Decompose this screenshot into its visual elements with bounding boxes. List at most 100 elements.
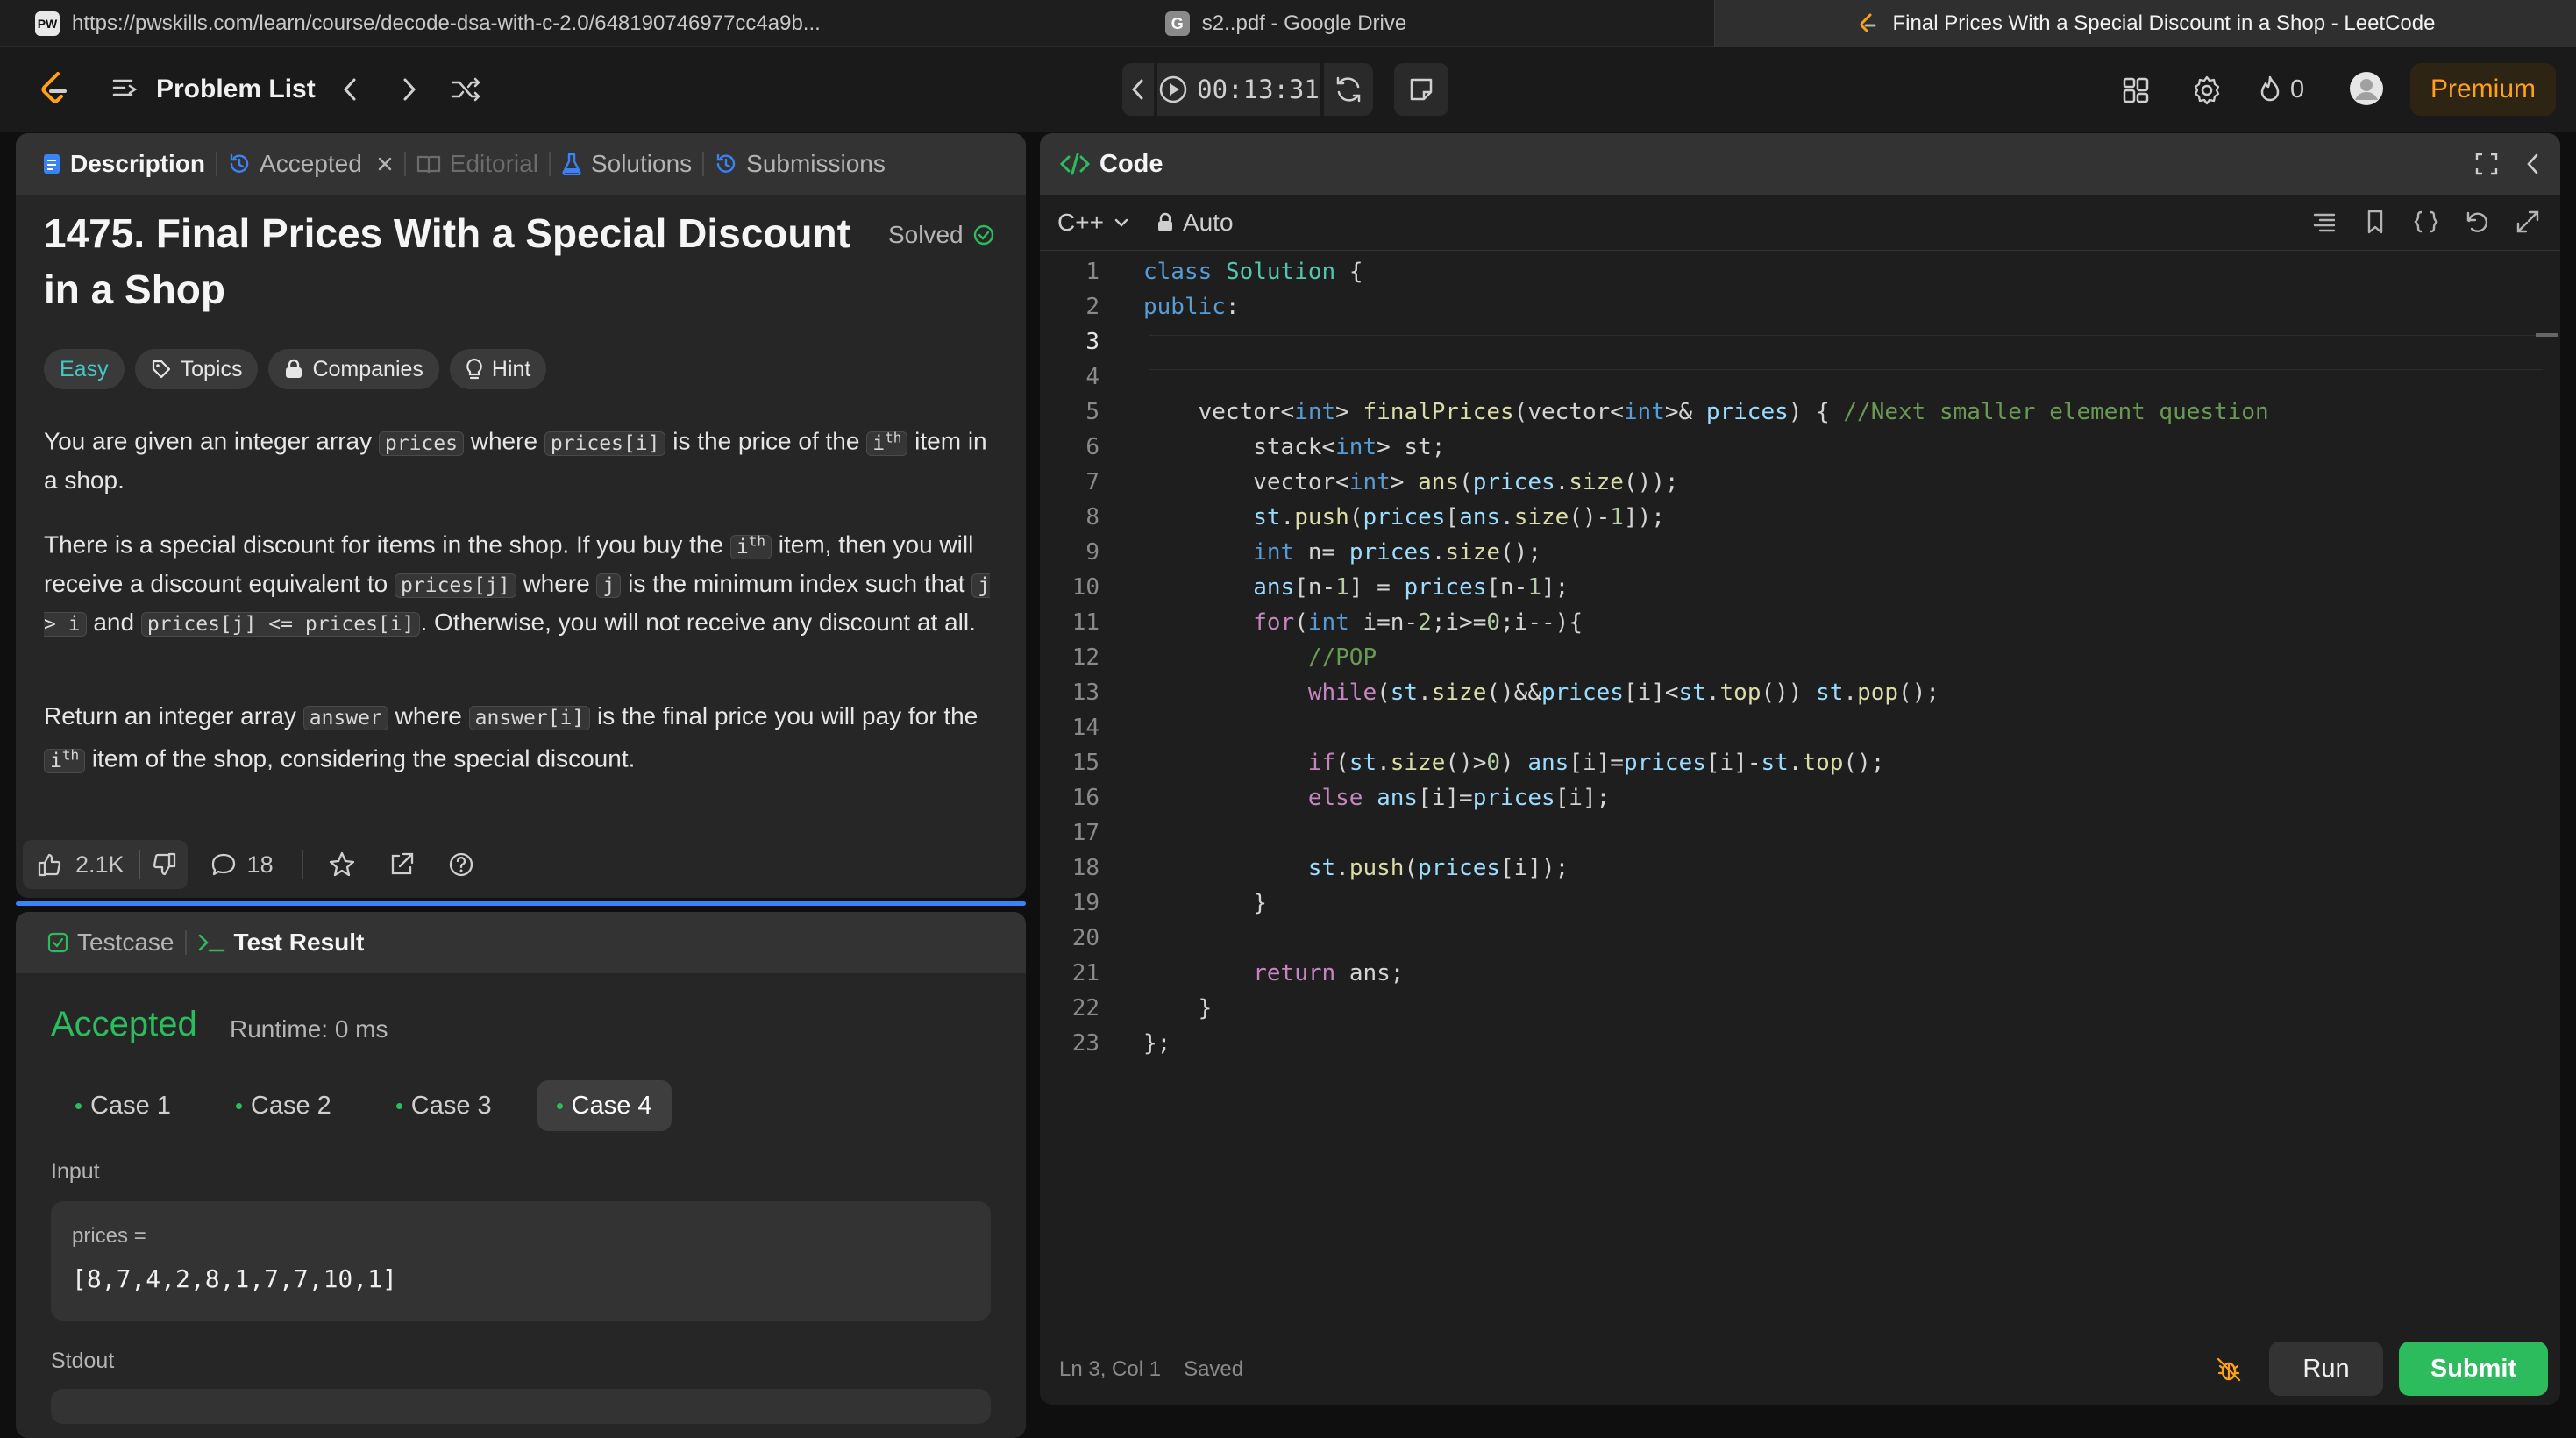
submit-button[interactable]: Submit — [2399, 1342, 2548, 1396]
hint-button[interactable]: Hint — [449, 349, 547, 389]
layout-button[interactable] — [2117, 72, 2154, 109]
input-variable-name: prices = — [72, 1224, 146, 1248]
inline-code: answer — [302, 706, 388, 730]
tag-icon — [152, 360, 170, 379]
line-number: 6 — [1085, 434, 1099, 460]
line-content: st.push(prices[ans.size()-1]); — [1253, 504, 1665, 530]
chevron-left-icon — [1131, 79, 1143, 100]
code-line: 19 } — [1040, 886, 2557, 921]
code-line: 1 class Solution { — [1040, 254, 2557, 289]
case-tab[interactable]: Case 2 — [217, 1080, 351, 1131]
prose-text: item, then you — [778, 530, 933, 559]
superscript: th — [61, 746, 80, 763]
avatar[interactable] — [2348, 70, 2385, 107]
collapse-left-icon[interactable] — [2523, 152, 2543, 176]
line-content: //POP — [1307, 644, 1377, 671]
share-icon[interactable] — [388, 851, 416, 879]
browser-tab-leetcode[interactable]: Final Prices With a Special Discount in … — [1715, 0, 2576, 47]
case-label: Case 4 — [571, 1091, 652, 1120]
tab-submissions[interactable]: Submissions — [704, 133, 896, 195]
inline-code: ith — [866, 429, 908, 456]
difficulty-badge: Easy — [44, 349, 125, 389]
tab-testcase[interactable]: Testcase — [37, 912, 185, 973]
bookmark-icon[interactable] — [2362, 209, 2388, 235]
panel-resize-handle[interactable] — [16, 901, 1026, 906]
stdout-label: Stdout — [51, 1349, 115, 1373]
help-icon[interactable] — [447, 851, 475, 879]
prose-text: is the final price you will pay for — [597, 702, 937, 730]
code-line: 5 vector<int> finalPrices(vector<int>& p… — [1040, 395, 2557, 430]
timer-display[interactable]: 00:13:31 — [1157, 63, 1320, 116]
debug-icon[interactable] — [2215, 1356, 2243, 1384]
problem-list-button[interactable]: Problem List — [112, 70, 316, 109]
tab-solutions[interactable]: Solutions — [551, 133, 702, 195]
description-tabs: Description Accepted Editorial Solutions… — [16, 133, 1026, 195]
browser-tab-bar: PW https://pwskills.com/learn/course/dec… — [0, 0, 2576, 47]
topics-button[interactable]: Topics — [134, 349, 259, 389]
case-tab[interactable]: Case 3 — [377, 1080, 511, 1131]
problem-title: 1475. Final Prices With a Special Discou… — [44, 205, 877, 317]
fullscreen-icon[interactable] — [2474, 152, 2499, 176]
case-tab-selected[interactable]: Case 4 — [537, 1080, 672, 1131]
input-box: prices = [8,7,4,2,8,1,7,7,10,1] — [51, 1201, 991, 1321]
auto-mode-toggle[interactable]: Auto — [1156, 209, 1234, 237]
reset-icon[interactable] — [2464, 209, 2490, 235]
prose-text: item — [914, 427, 962, 455]
browser-tab-title: Final Prices With a Special Discount in … — [1892, 11, 2436, 35]
browser-tab-google-drive[interactable]: G s2..pdf - Google Drive — [857, 0, 1715, 47]
lock-icon — [286, 359, 302, 378]
note-icon — [1410, 78, 1433, 101]
timer-reset-button[interactable] — [1324, 63, 1373, 116]
leetcode-logo-icon[interactable] — [35, 70, 74, 109]
prev-problem-button[interactable] — [333, 72, 368, 107]
line-content: vector<int> finalPrices(vector<int>& pri… — [1198, 399, 2269, 425]
random-problem-button[interactable] — [447, 72, 486, 107]
settings-button[interactable] — [2188, 72, 2225, 109]
next-problem-button[interactable] — [391, 72, 426, 107]
browser-tab-pwskills[interactable]: PW https://pwskills.com/learn/course/dec… — [0, 0, 857, 47]
tab-editorial[interactable]: Editorial — [406, 133, 549, 195]
prose-text: discount at all. — [818, 608, 976, 636]
timer-collapse-button[interactable] — [1122, 63, 1154, 116]
line-content: vector<int> ans(prices.size()); — [1253, 469, 1679, 495]
tab-description[interactable]: Description — [32, 133, 216, 195]
code-line: 8 st.push(prices[ans.size()-1]); — [1040, 500, 2557, 535]
save-state: Saved — [1184, 1357, 1244, 1381]
run-label: Run — [2302, 1354, 2350, 1383]
case-tab[interactable]: Case 1 — [56, 1080, 190, 1131]
history-icon — [716, 153, 736, 173]
premium-button[interactable]: Premium — [2410, 63, 2556, 116]
prose-text: that — [923, 569, 965, 597]
tab-test-result[interactable]: Test Result — [187, 912, 375, 973]
line-number: 18 — [1071, 855, 1099, 881]
run-button[interactable]: Run — [2269, 1342, 2383, 1396]
companies-label: Companies — [312, 356, 423, 381]
description-footer: 2.1K 18 — [23, 840, 475, 889]
companies-button[interactable]: Companies — [268, 349, 439, 389]
dislike-button[interactable] — [140, 851, 188, 878]
language-value: C++ — [1057, 208, 1104, 236]
comments-button[interactable]: 18 — [203, 851, 274, 879]
case-label: Case 3 — [410, 1091, 492, 1120]
line-content: if(st.size()>0) ans[i]=prices[i]-st.top(… — [1307, 750, 1885, 776]
code-editor[interactable]: 1 class Solution { 2 public: 3 4 5 vector<… — [1040, 254, 2557, 1061]
streak-counter[interactable]: 0 — [2257, 70, 2304, 109]
timer-value: 00:13:31 — [1197, 75, 1320, 104]
braces-icon[interactable] — [2413, 209, 2439, 235]
prose-text: is the price of the — [672, 427, 860, 455]
fire-icon — [2260, 75, 2280, 102]
line-number: 10 — [1071, 574, 1099, 601]
format-icon[interactable] — [2311, 209, 2338, 235]
line-content: public: — [1143, 294, 1240, 320]
notes-button[interactable] — [1394, 63, 1448, 116]
language-select[interactable]: C++ — [1057, 209, 1130, 237]
problem-title-line: 1475. Final Prices With a Special Discou… — [44, 210, 850, 256]
tab-accepted[interactable]: Accepted — [217, 133, 404, 195]
like-button[interactable]: 2.1K — [23, 851, 139, 879]
star-icon[interactable] — [328, 851, 356, 879]
thumbs-down-icon — [153, 852, 175, 876]
code-line: 20 — [1040, 921, 2557, 956]
description-paragraph-1: You are given an integer array prices wh… — [44, 419, 991, 499]
close-icon[interactable] — [376, 155, 394, 173]
expand-icon[interactable] — [2515, 209, 2541, 235]
